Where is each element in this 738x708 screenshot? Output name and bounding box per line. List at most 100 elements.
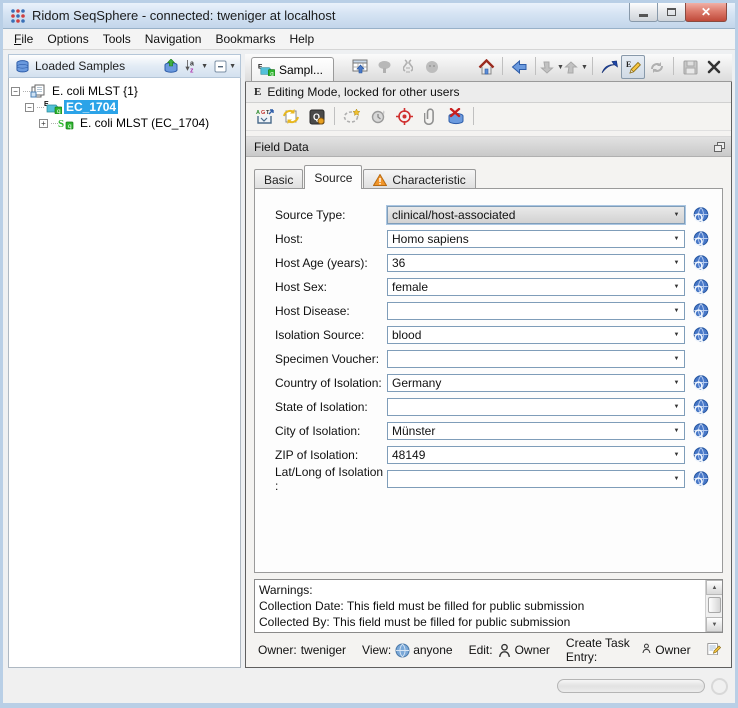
ontology-search-icon[interactable] [692,375,710,392]
host-sex-combo[interactable]: female ▼ [387,278,685,296]
sort-az-button[interactable]: az ▼ [185,59,208,73]
prev-up-icon[interactable]: ▼ [564,55,588,79]
tab-label: Basic [264,173,293,187]
menu-help[interactable]: Help [282,30,321,48]
close-button[interactable]: ✕ [685,3,727,22]
edit-permissions-icon[interactable] [707,642,721,659]
ontology-search-icon[interactable] [692,207,710,224]
expand-expander-icon[interactable]: + [39,119,48,128]
scrollbar[interactable]: ▲ ▼ [705,580,722,632]
busy-indicator-icon [711,678,728,695]
source-type-combo[interactable]: clinical/host-associated ▼ [387,206,685,224]
scroll-thumb[interactable] [708,597,721,613]
attachment-icon[interactable] [417,105,443,129]
state-combo[interactable]: ▼ [387,398,685,416]
ontology-search-icon[interactable] [692,279,710,296]
chevron-down-icon[interactable]: ▼ [669,231,684,247]
tab-sample[interactable]: Eq Sampl... [251,57,334,81]
latlong-combo[interactable]: ▼ [387,470,685,488]
host-age-combo[interactable]: 36 ▼ [387,254,685,272]
comparison-icon[interactable] [420,55,444,79]
host-combo[interactable]: Homo sapiens ▼ [387,230,685,248]
tree-label[interactable]: E. coli MLST (EC_1704) [78,116,211,130]
chevron-down-icon[interactable]: ▼ [669,279,684,295]
ontology-search-icon[interactable] [692,447,710,464]
maximize-button[interactable] [657,3,686,22]
zip-combo[interactable]: 48149 ▼ [387,446,685,464]
delete-from-db-icon[interactable] [443,105,469,129]
ontology-search-icon[interactable] [692,231,710,248]
task-value: Owner [655,643,690,657]
chevron-down-icon[interactable]: ▼ [669,207,684,223]
minimize-button[interactable] [629,3,658,22]
menu-tools[interactable]: Tools [96,30,138,48]
chevron-down-icon[interactable]: ▼ [669,303,684,319]
field-label: Country of Isolation: [275,376,387,390]
svg-text:q: q [57,108,61,114]
menu-bookmarks[interactable]: Bookmarks [208,30,282,48]
chevron-down-icon[interactable]: ▼ [669,375,684,391]
ontology-search-icon[interactable] [692,423,710,440]
load-samples-button[interactable] [163,59,179,74]
collapse-all-button[interactable]: ▼ [214,60,236,73]
agt-export-icon[interactable]: AGT [252,105,278,129]
chevron-down-icon[interactable]: ▼ [669,399,684,415]
samples-tree: − E. coli MLST {1} − Eq EC_1704 + [8,78,241,668]
menu-file[interactable]: File [7,30,40,48]
target-icon[interactable] [391,105,417,129]
back-icon[interactable] [507,55,531,79]
sample-panel: Eq Sampl... [245,54,732,668]
collapse-expander-icon[interactable]: − [11,87,20,96]
save-icon[interactable] [678,55,702,79]
scroll-down-icon[interactable]: ▼ [706,617,723,632]
chevron-down-icon[interactable]: ▼ [669,351,684,367]
sync-icon[interactable] [645,55,669,79]
tab-basic[interactable]: Basic [254,169,303,189]
svg-text:A: A [256,110,260,116]
ontology-search-icon[interactable] [692,399,710,416]
isolation-source-combo[interactable]: blood ▼ [387,326,685,344]
tree-label-selected[interactable]: EC_1704 [64,100,118,114]
warnings-box[interactable]: Warnings: Collection Date: This field mu… [254,579,723,633]
tree-item-sample[interactable]: − Eq EC_1704 [11,99,238,115]
tree-view-icon[interactable] [372,55,396,79]
ontology-search-icon[interactable] [692,471,710,488]
host-disease-combo[interactable]: ▼ [387,302,685,320]
ontology-search-icon[interactable] [692,303,710,320]
chevron-down-icon[interactable]: ▼ [669,423,684,439]
scroll-up-icon[interactable]: ▲ [706,580,723,595]
undock-icon[interactable] [714,142,725,152]
close-view-icon[interactable] [702,55,726,79]
auto-annotate-icon[interactable] [339,105,365,129]
reload-fields-icon[interactable] [278,105,304,129]
dna-icon[interactable] [396,55,420,79]
tree-label[interactable]: E. coli MLST {1} [50,84,140,98]
menu-options[interactable]: Options [40,30,95,48]
ontology-search-icon[interactable] [692,255,710,272]
tree-item-project[interactable]: − E. coli MLST {1} [11,83,238,99]
tab-characteristic[interactable]: Characteristic [363,169,475,189]
submit-icon[interactable] [597,55,621,79]
home-icon[interactable] [474,55,498,79]
query-settings-icon[interactable]: Q [304,105,330,129]
menu-navigation[interactable]: Navigation [138,30,209,48]
sample-table-icon[interactable] [348,55,372,79]
ontology-search-icon[interactable] [692,327,710,344]
collapse-expander-icon[interactable]: − [25,103,34,112]
city-combo[interactable]: Münster ▼ [387,422,685,440]
field-row-country: Country of Isolation: Germany ▼ [275,371,722,395]
tab-source[interactable]: Source [304,165,362,189]
edit-mode-toggle[interactable]: E [621,55,645,79]
tree-item-scheme[interactable]: + Sq E. coli MLST (EC_1704) [11,115,238,131]
field-row-latlong: Lat/Long of Isolation : ▼ [275,467,722,491]
specimen-voucher-combo[interactable]: ▼ [387,350,685,368]
chevron-down-icon[interactable]: ▼ [669,327,684,343]
title-bar[interactable]: Ridom SeqSphere - connected: tweniger at… [3,3,735,29]
next-down-icon[interactable]: ▼ [540,55,564,79]
history-icon[interactable] [365,105,391,129]
person-icon [641,643,652,658]
country-combo[interactable]: Germany ▼ [387,374,685,392]
chevron-down-icon[interactable]: ▼ [669,471,684,487]
chevron-down-icon[interactable]: ▼ [669,447,684,463]
chevron-down-icon[interactable]: ▼ [669,255,684,271]
